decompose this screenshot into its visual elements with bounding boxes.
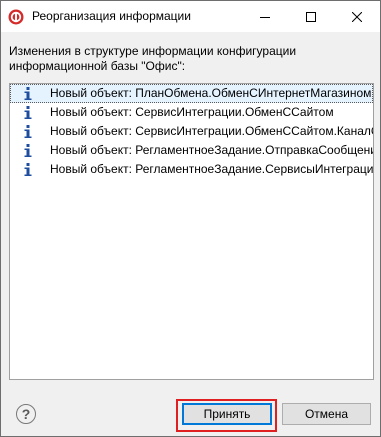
info-icon — [24, 163, 32, 176]
title-bar[interactable]: Реорганизация информации — [1, 1, 380, 32]
list-item-text: Новый объект: СервисИнтеграции.ОбменССай… — [50, 124, 373, 138]
help-button[interactable]: ? — [16, 404, 36, 424]
maximize-button[interactable] — [288, 1, 334, 32]
maximize-icon — [306, 11, 316, 22]
list-item[interactable]: Новый объект: РегламентноеЗадание.Сервис… — [10, 160, 373, 179]
cancel-button[interactable]: Отмена — [282, 403, 371, 425]
description-text: Изменения в структуре информации конфигу… — [9, 44, 297, 73]
list-item-text: Новый объект: ПланОбмена.ОбменСИнтернетМ… — [50, 86, 372, 100]
list-item[interactable]: Новый объект: ПланОбмена.ОбменСИнтернетМ… — [10, 84, 373, 103]
list-item[interactable]: Новый объект: РегламентноеЗадание.Отправ… — [10, 141, 373, 160]
window-title: Реорганизация информации — [32, 9, 191, 23]
minimize-button[interactable] — [242, 1, 288, 32]
list-item[interactable]: Новый объект: СервисИнтеграции.ОбменССай… — [10, 122, 373, 141]
info-icon — [24, 125, 32, 138]
list-item[interactable]: Новый объект: СервисИнтеграции.ОбменССай… — [10, 103, 373, 122]
help-icon: ? — [21, 406, 31, 422]
close-icon — [352, 11, 362, 22]
changes-list[interactable]: Новый объект: ПланОбмена.ОбменСИнтернетМ… — [9, 83, 374, 380]
list-item-text: Новый объект: СервисИнтеграции.ОбменССай… — [50, 105, 334, 119]
info-icon — [24, 106, 32, 119]
list-item-text: Новый объект: РегламентноеЗадание.Сервис… — [50, 162, 374, 176]
close-button[interactable] — [334, 1, 380, 32]
info-icon — [24, 144, 32, 157]
minimize-icon — [260, 16, 270, 18]
info-icon — [24, 87, 32, 100]
list-item-text: Новый объект: РегламентноеЗадание.Отправ… — [50, 143, 373, 157]
app-logo-icon — [8, 9, 24, 25]
accept-button[interactable]: Принять — [182, 403, 272, 425]
dialog-window: Реорганизация информации Изменения в стр… — [0, 0, 381, 437]
